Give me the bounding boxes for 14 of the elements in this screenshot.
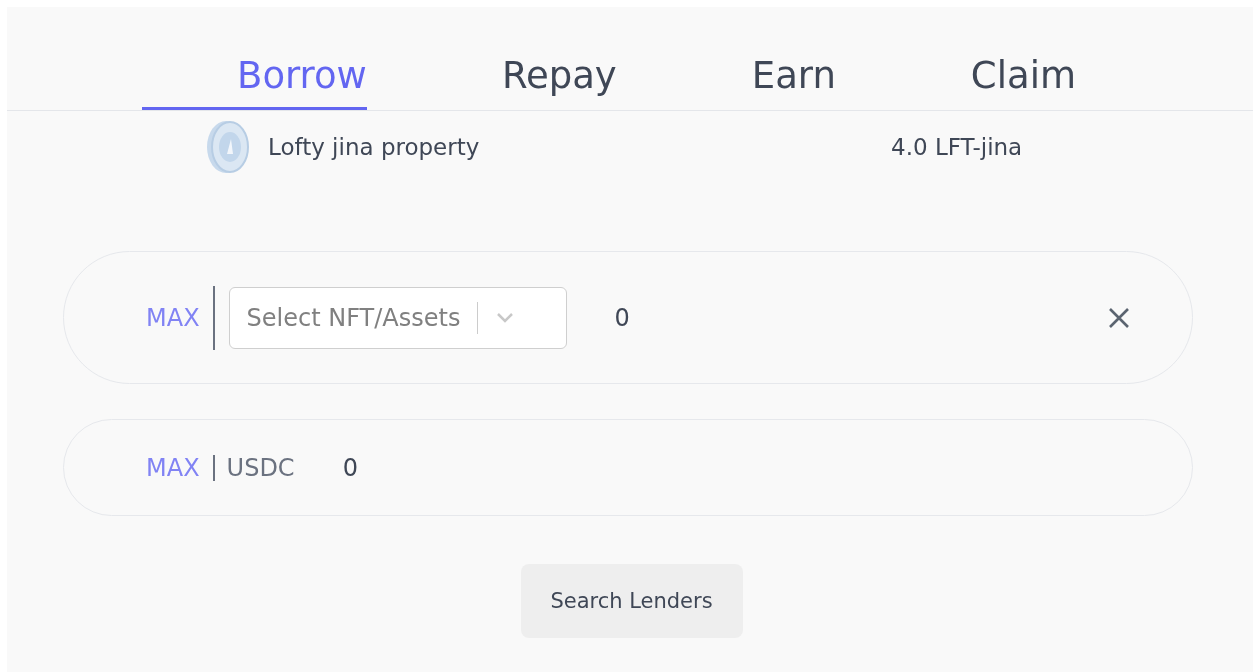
search-lenders-button[interactable]: Search Lenders — [520, 564, 743, 638]
asset-name: Lofty jina property — [268, 134, 481, 160]
currency-label: USDC — [226, 453, 295, 482]
asset-select[interactable]: Select NFT/Assets — [228, 286, 567, 349]
amount-value[interactable]: 0 — [342, 453, 358, 482]
asset-balance: 4.0 LFT-jina — [891, 134, 1023, 160]
tab[interactable]: Borrow — [142, 56, 367, 110]
amount-value[interactable]: 0 — [614, 303, 1108, 332]
coin-icon — [206, 120, 250, 174]
tab[interactable]: Claim — [875, 56, 1076, 110]
chevron-down-icon — [495, 311, 516, 324]
tab[interactable]: Repay — [406, 56, 617, 110]
close-icon[interactable] — [1108, 306, 1130, 329]
tab[interactable]: Earn — [656, 56, 836, 110]
